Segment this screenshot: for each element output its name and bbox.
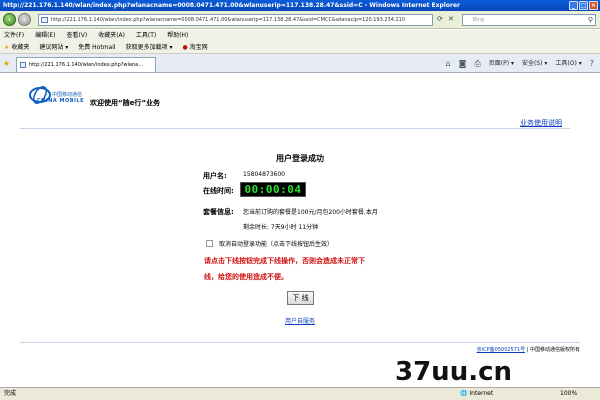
favorites-center-icon[interactable]: ★ (3, 59, 10, 68)
search-icon[interactable]: ⚲ (588, 16, 593, 25)
menu-tools[interactable]: 工具(T) (136, 32, 156, 39)
page-menu[interactable]: 页面(P) ▾ (489, 58, 514, 69)
minimize-button[interactable]: _ (569, 1, 578, 10)
logo-en-text: CHINA MOBILE (37, 98, 85, 104)
zoom-level[interactable]: 100% (560, 388, 577, 400)
menu-bar: 文件(F) 编辑(E) 查看(V) 收藏夹(A) 工具(T) 帮助(H) (0, 30, 600, 41)
suggested-sites-link[interactable]: 建议网站 ▾ (39, 41, 68, 53)
online-time-clock: 00:00:04 (240, 182, 306, 197)
tools-menu[interactable]: 工具(O) ▾ (555, 58, 581, 69)
self-service-link[interactable]: 用户自服务 (0, 316, 600, 325)
menu-help[interactable]: 帮助(H) (167, 32, 188, 39)
safety-menu[interactable]: 安全(S) ▾ (522, 58, 547, 69)
page-content: 中国移动通信 CHINA MOBILE 欢迎使用“随e行”业务 业务使用说明 用… (0, 74, 600, 387)
search-placeholder: Bing (473, 17, 485, 23)
warning-line-1: 请点击下线按钮完成下线操作，否则会造成未正常下 (204, 257, 365, 265)
username-value: 15804873600 (243, 171, 285, 178)
window-titlebar: http://221.176.1.140/wlan/index.php?wlan… (0, 0, 600, 11)
online-time-label: 在线时间: (203, 187, 234, 195)
taobao-icon: ● (182, 44, 188, 51)
forward-button[interactable]: › (18, 13, 31, 26)
command-bar: ⌂ ◙ ⎙ 页面(P) ▾ 安全(S) ▾ 工具(O) ▾ ? (446, 58, 594, 69)
footer: 京ICP备05002571号 | 中国移动通信版权所有 (476, 347, 580, 353)
favorites-label: 收藏夹 (11, 44, 30, 51)
tab-title: http://221.176.1.140/wlan/index.php?wlan… (29, 62, 143, 68)
auto-login-text: 取消自动登录功能（点击下线按钮后生效） (219, 241, 334, 248)
auto-login-checkbox[interactable] (206, 240, 213, 247)
footer-divider (20, 342, 580, 343)
package-line-1: 您当前订购的套餐是100元/月包200小时套餐,本月 (243, 209, 378, 216)
maximize-button[interactable]: □ (579, 1, 588, 10)
taobao-label: 淘宝网 (189, 44, 208, 51)
address-toolbar: ‹ › http://221.176.1.140/wlan/index.php?… (0, 11, 600, 29)
refresh-icon[interactable]: ⟳ (437, 15, 443, 23)
zone-label: Internet (469, 390, 494, 397)
free-hotmail-link[interactable]: 免费 Hotmail (78, 41, 115, 53)
close-button[interactable]: × (589, 1, 598, 10)
print-icon[interactable]: ⎙ (474, 58, 480, 69)
watermark-text: 37uu.cn (395, 357, 512, 387)
username-label: 用户名: (203, 172, 227, 180)
logout-button[interactable]: 下 线 (287, 291, 314, 305)
favorites-button[interactable]: ★ 收藏夹 (4, 41, 29, 53)
address-url: http://221.176.1.140/wlan/index.php?wlan… (51, 17, 406, 23)
star-icon: ★ (4, 44, 10, 51)
help-link[interactable]: 业务使用说明 (520, 118, 562, 128)
browser-tab[interactable]: http://221.176.1.140/wlan/index.php?wlan… (16, 57, 156, 72)
page-title: 用户登录成功 (276, 154, 324, 163)
page-icon (41, 17, 48, 23)
address-input[interactable]: http://221.176.1.140/wlan/index.php?wlan… (38, 14, 433, 26)
package-label: 套餐信息: (203, 208, 234, 216)
package-line-2: 剩余时长: 7天9小时 11分钟 (243, 224, 319, 231)
window-controls: _ □ × (569, 1, 598, 10)
copyright-text: 中国移动通信版权所有 (529, 347, 580, 353)
security-zone: 🌐 Internet (460, 390, 494, 397)
stop-icon[interactable]: ✕ (448, 15, 454, 23)
taobao-link[interactable]: ● 淘宝网 (182, 41, 207, 53)
menu-favorites[interactable]: 收藏夹(A) (98, 32, 125, 39)
status-text: 完成 (4, 390, 17, 397)
header-divider (20, 128, 570, 129)
welcome-text: 欢迎使用“随e行”业务 (90, 99, 160, 107)
window-title: http://221.176.1.140/wlan/index.php?wlan… (3, 2, 460, 9)
help-icon[interactable]: ? (590, 58, 594, 69)
favorites-bar: ★ 收藏夹 建议网站 ▾ 免费 Hotmail 获取更多加载项 ▾ ● 淘宝网 (0, 41, 600, 54)
feeds-icon[interactable]: ◙ (459, 58, 467, 69)
status-bar: 完成 🌐 Internet 100% (0, 387, 600, 400)
warning-line-2: 线，给您的使用造成不便。 (204, 273, 288, 281)
icp-link[interactable]: 京ICP备05002571号 (477, 347, 525, 353)
tab-bar: ★ http://221.176.1.140/wlan/index.php?wl… (0, 54, 600, 73)
auto-login-row: 取消自动登录功能（点击下线按钮后生效） (206, 239, 333, 248)
get-more-addons-link[interactable]: 获取更多加载项 ▾ (126, 41, 173, 53)
menu-file[interactable]: 文件(F) (4, 32, 24, 39)
menu-view[interactable]: 查看(V) (66, 32, 87, 39)
menu-edit[interactable]: 编辑(E) (35, 32, 55, 39)
back-button[interactable]: ‹ (3, 13, 16, 26)
home-icon[interactable]: ⌂ (446, 58, 451, 69)
tab-page-icon (20, 62, 26, 68)
search-input[interactable]: Bing ⚲ (462, 14, 596, 26)
logo-cn-text: 中国移动通信 (52, 92, 83, 98)
